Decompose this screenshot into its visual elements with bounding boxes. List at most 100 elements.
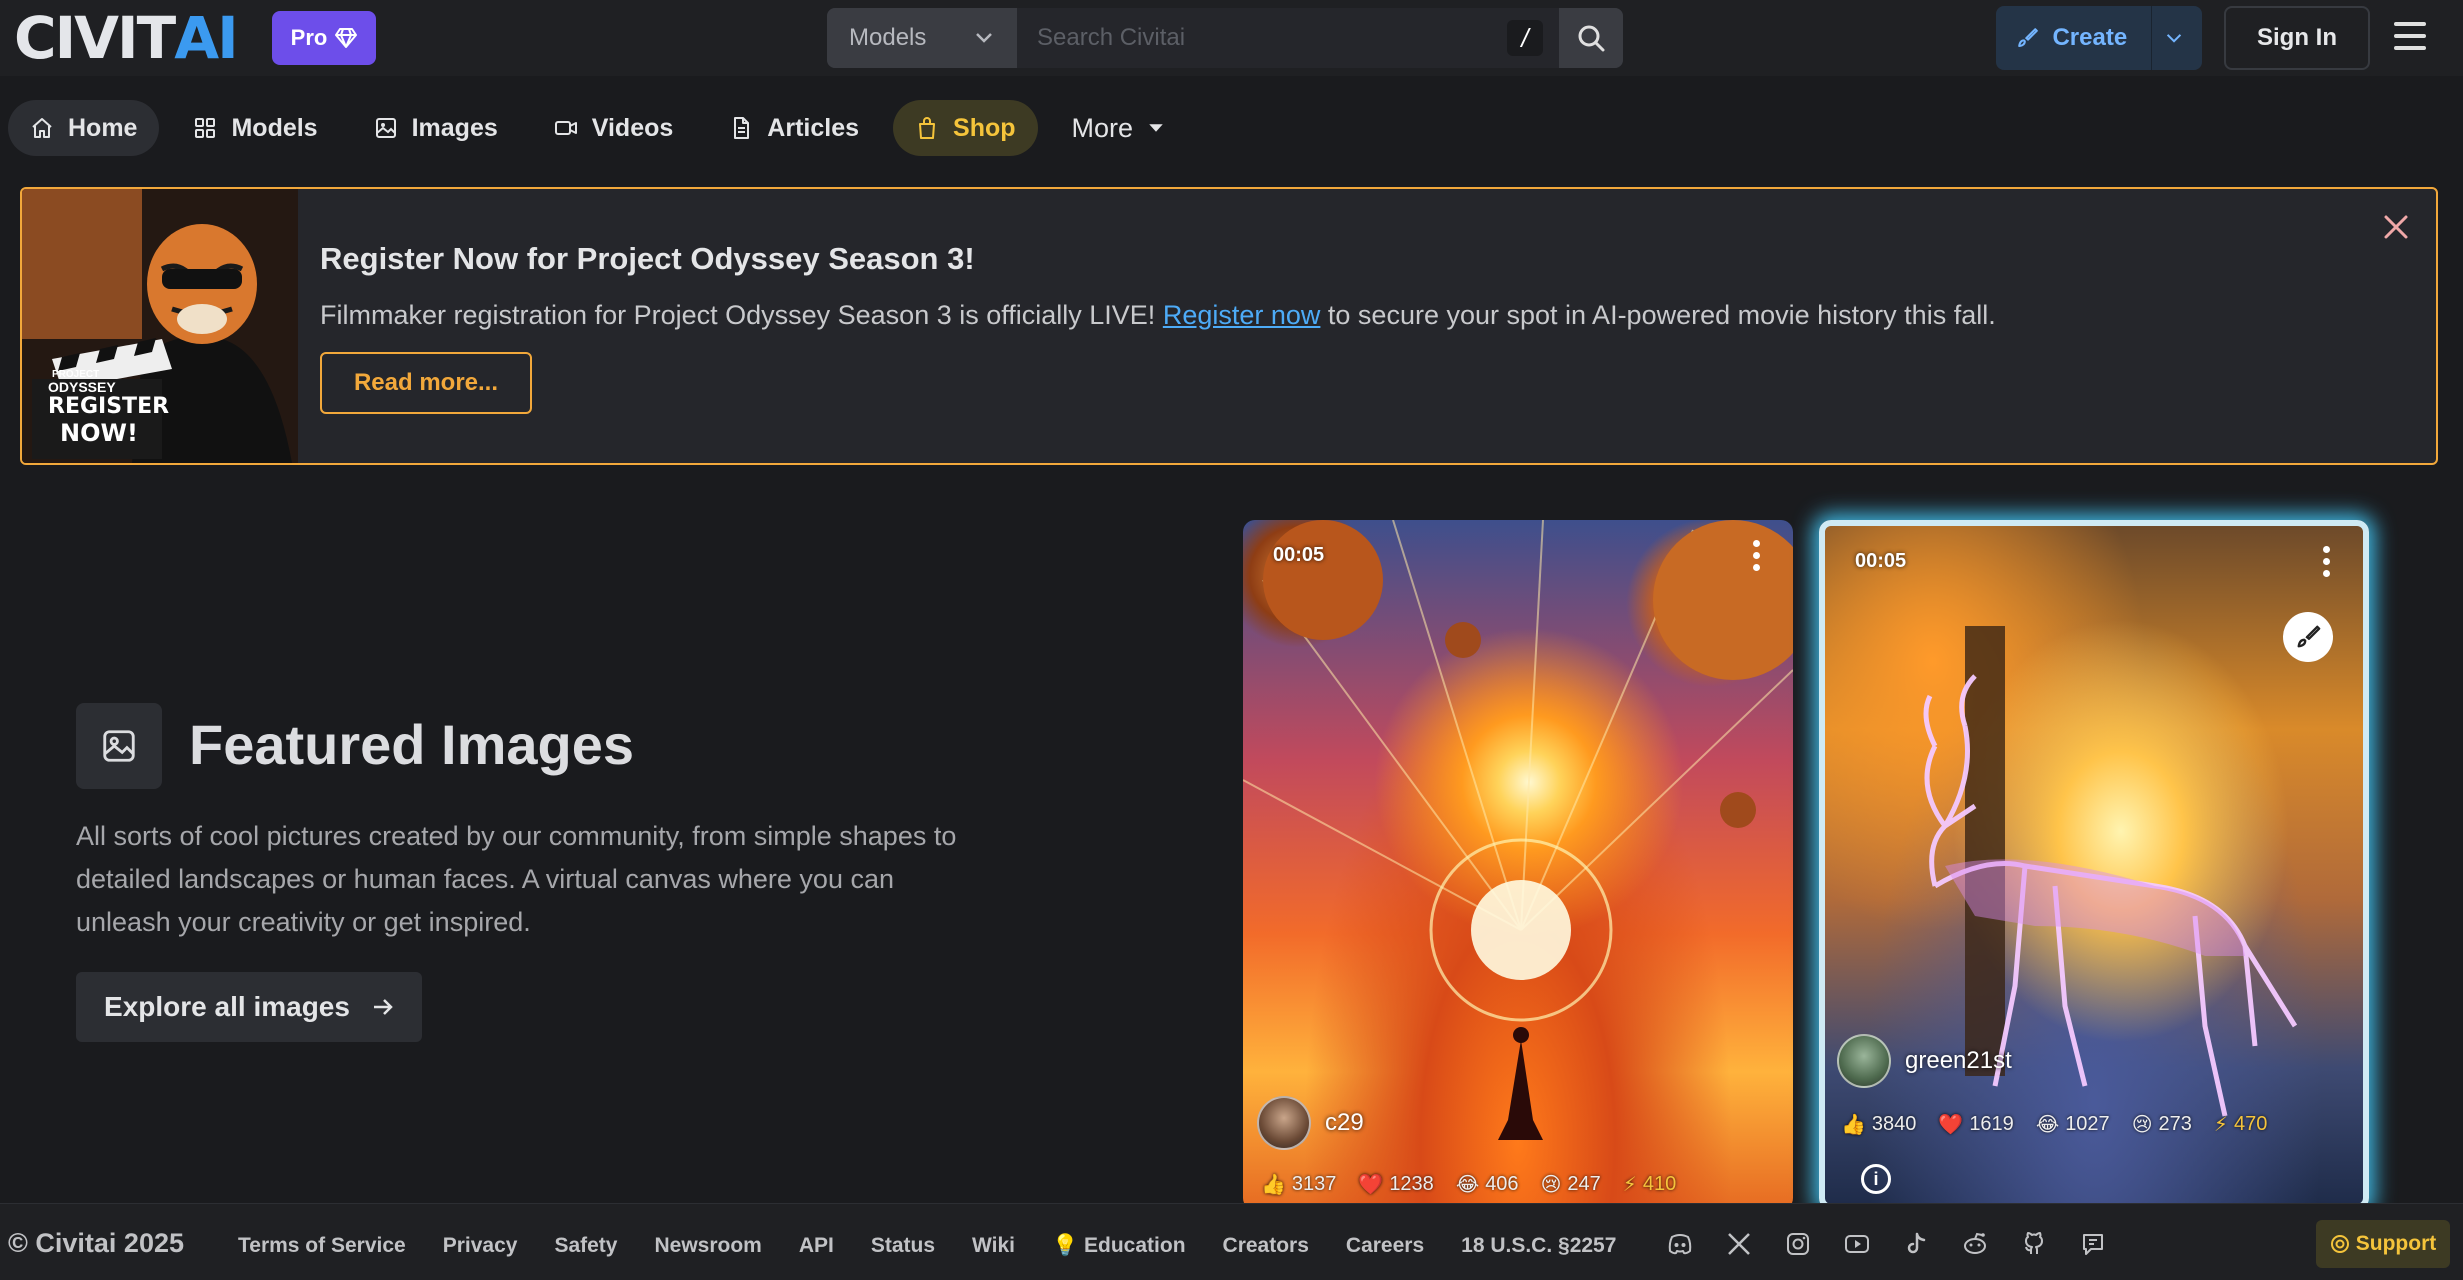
civitai-logo[interactable]: CIVIT AI [14, 4, 239, 72]
buzz-reaction[interactable]: ⚡ 470 [2214, 1112, 2267, 1137]
register-now-link[interactable]: Register now [1163, 300, 1321, 330]
image-icon [103, 730, 135, 762]
heart-count: 1238 [1389, 1173, 1434, 1195]
featured-images-icon-box [76, 703, 162, 789]
read-more-button[interactable]: Read more... [320, 352, 532, 414]
info-icon[interactable]: i [1861, 1164, 1891, 1194]
logo-text-ai: AI [174, 4, 238, 72]
banner-title: Register Now for Project Odyssey Season … [320, 241, 975, 276]
featured-images-description: All sorts of cool pictures created by ou… [76, 821, 957, 937]
cry-reaction[interactable]: 😢 247 [1541, 1172, 1601, 1197]
footer-link-creators[interactable]: Creators [1223, 1234, 1309, 1258]
banner-image-caption-big1: REGISTER [48, 394, 170, 419]
laugh-reaction[interactable]: 😂 1027 [2036, 1112, 2110, 1137]
x-icon[interactable] [1725, 1230, 1753, 1258]
footer-link-terms[interactable]: Terms of Service [238, 1234, 406, 1258]
footer-link-api[interactable]: API [799, 1234, 834, 1258]
like-count: 3840 [1871, 1113, 1917, 1135]
announcement-banner: PROJECT ODYSSEY REGISTER NOW! Register N… [20, 187, 2438, 465]
explore-label: Explore all images [104, 991, 350, 1022]
nav-item-images[interactable]: Images [352, 100, 520, 156]
more-options-icon[interactable] [2323, 546, 2333, 582]
youtube-icon[interactable] [1843, 1230, 1871, 1258]
sign-in-button[interactable]: Sign In [2224, 6, 2370, 70]
create-button[interactable]: Create [1996, 6, 2202, 70]
chevron-down-icon[interactable] [2166, 32, 2182, 44]
brush-icon [2297, 625, 2321, 648]
footer-link-wiki[interactable]: Wiki [972, 1234, 1015, 1258]
like-reaction[interactable]: 👍 3137 [1261, 1172, 1336, 1197]
nav-item-models[interactable]: Models [171, 100, 339, 156]
discord-icon[interactable] [1666, 1230, 1694, 1258]
article-icon [734, 117, 750, 139]
explore-all-images-button[interactable]: Explore all images [76, 972, 422, 1042]
footer-links: Terms of Service Privacy Safety Newsroom… [238, 1234, 1616, 1258]
heart-reaction[interactable]: ❤️ 1619 [1938, 1112, 2013, 1137]
footer-link-safety[interactable]: Safety [554, 1234, 617, 1258]
nav-label: Shop [953, 113, 1016, 142]
github-icon[interactable] [2020, 1230, 2048, 1258]
cry-count: 247 [1567, 1173, 1601, 1195]
brush-icon [2018, 28, 2038, 48]
footer-link-newsroom[interactable]: Newsroom [654, 1234, 761, 1258]
caret-down-icon [1149, 124, 1163, 132]
more-options-icon[interactable] [1753, 540, 1763, 576]
footer-link-status[interactable]: Status [871, 1234, 935, 1258]
bolt-icon: ⚡ [2213, 1114, 2228, 1136]
card-author[interactable]: green21st [1837, 1034, 2012, 1088]
footer-link-2257[interactable]: 18 U.S.C. §2257 [1461, 1234, 1616, 1258]
video-icon [554, 121, 577, 135]
nav-label: Home [68, 113, 138, 142]
instagram-icon[interactable] [1784, 1230, 1812, 1258]
support-button[interactable]: Support [2316, 1220, 2450, 1268]
search-scope-select[interactable]: Models [827, 8, 1017, 68]
hamburger-menu-icon[interactable] [2394, 22, 2434, 54]
arrow-right-icon [373, 999, 393, 1015]
footer-link-careers[interactable]: Careers [1346, 1234, 1424, 1258]
reaction-bar: 👍 3840 ❤️ 1619 😂 1027 😢 273 ⚡ 470 [1841, 1112, 2267, 1137]
search-shortcut-key: / [1507, 20, 1543, 56]
heart-reaction[interactable]: ❤️ 1238 [1358, 1172, 1433, 1197]
nav-item-articles[interactable]: Articles [707, 100, 881, 156]
author-name: c29 [1325, 1109, 1364, 1136]
featured-video-card[interactable]: 00:05 green21st 👍 3840 ❤️ 1619 😂 1027 😢 … [1819, 520, 2369, 1210]
heart-count: 1619 [1969, 1113, 2014, 1135]
video-duration: 00:05 [1855, 550, 1907, 572]
close-icon[interactable] [2382, 213, 2410, 241]
search-scope-label: Models [849, 24, 927, 51]
support-label: Support [2355, 1232, 2437, 1255]
footer-link-privacy[interactable]: Privacy [443, 1234, 518, 1258]
diamond-icon [335, 28, 358, 48]
remix-button[interactable] [2283, 612, 2333, 662]
tiktok-icon[interactable] [1902, 1230, 1930, 1258]
featured-video-card[interactable]: 00:05 c29 👍 3137 ❤️ 1238 😂 406 😢 247 ⚡ 4… [1243, 520, 1793, 1210]
cry-reaction[interactable]: 😢 273 [2132, 1112, 2192, 1137]
footer-link-education[interactable]: 💡 Education [1052, 1234, 1186, 1258]
reddit-icon[interactable] [1961, 1230, 1989, 1258]
main-nav: Home Models Images Videos Articles Shop … [0, 88, 2463, 168]
nav-item-home[interactable]: Home [8, 100, 160, 156]
card-author[interactable]: c29 [1257, 1096, 1364, 1150]
search-button[interactable] [1559, 8, 1623, 68]
lifebuoy-icon [2330, 1235, 2349, 1253]
author-name: green21st [1905, 1047, 2012, 1074]
search-bar: Models / [827, 8, 1623, 68]
buzz-reaction[interactable]: ⚡ 410 [1623, 1172, 1676, 1197]
featured-images-title: Featured Images [189, 713, 635, 776]
banner-text-before: Filmmaker registration for Project Odyss… [320, 300, 1163, 330]
social-links [1666, 1230, 2107, 1258]
search-input[interactable] [1017, 8, 1559, 68]
chat-icon[interactable] [2079, 1230, 2107, 1258]
reaction-bar: 👍 3137 ❤️ 1238 😂 406 😢 247 ⚡ 410 [1261, 1172, 1676, 1197]
nav-item-more[interactable]: More [1050, 100, 1188, 156]
nav-label: Models [231, 113, 318, 142]
home-icon [32, 118, 52, 138]
nav-item-shop[interactable]: Shop [893, 100, 1038, 156]
laugh-reaction[interactable]: 😂 406 [1456, 1172, 1519, 1197]
laugh-count: 406 [1485, 1173, 1519, 1195]
banner-text: Filmmaker registration for Project Odyss… [320, 300, 1996, 331]
like-reaction[interactable]: 👍 3840 [1841, 1112, 1916, 1137]
cry-count: 273 [2158, 1113, 2192, 1135]
nav-item-videos[interactable]: Videos [532, 100, 696, 156]
pro-button[interactable]: Pro [272, 11, 376, 65]
